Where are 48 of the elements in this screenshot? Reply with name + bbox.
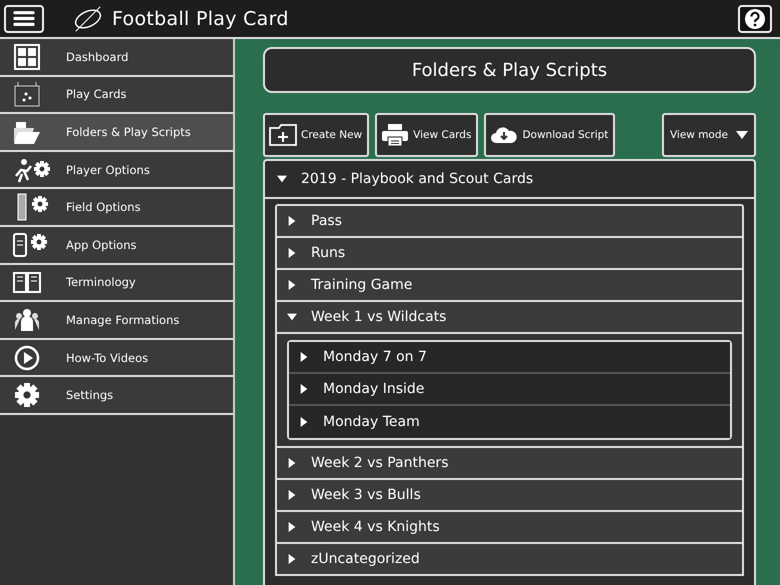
menu-icon bbox=[13, 10, 35, 27]
folder-row[interactable]: Week 1 vs Wildcats bbox=[277, 302, 742, 334]
app-title: Football Play Card bbox=[112, 8, 290, 30]
toolbar-button[interactable]: View Cards bbox=[375, 113, 478, 157]
toolbar-button[interactable]: Create New bbox=[263, 113, 370, 157]
sidebar-item[interactable]: Play Cards bbox=[0, 76, 233, 114]
caret-right-icon bbox=[287, 279, 297, 291]
caret-right-icon bbox=[287, 457, 297, 469]
folder-row[interactable]: Monday Team bbox=[289, 406, 730, 438]
menu-button[interactable] bbox=[4, 4, 44, 32]
folder-row[interactable]: Week 4 vs Knights bbox=[277, 512, 742, 544]
folder-row[interactable]: Monday 7 on 7 bbox=[289, 342, 730, 374]
view-mode-dropdown[interactable]: View mode bbox=[662, 113, 756, 157]
folder-row[interactable]: zUncategorized bbox=[277, 544, 742, 576]
toolbar-button[interactable]: Download Script bbox=[484, 113, 616, 157]
sidebar-item[interactable]: How-To Videos bbox=[0, 340, 233, 378]
folder-row[interactable]: Week 3 vs Bulls bbox=[277, 480, 742, 512]
folder-plus-icon bbox=[268, 123, 298, 147]
folder-row[interactable]: Monday Inside bbox=[289, 374, 730, 406]
caret-right-icon bbox=[287, 521, 297, 533]
caret-right-icon bbox=[299, 351, 309, 363]
help-icon bbox=[745, 8, 765, 28]
sidebar-item[interactable]: Manage Formations bbox=[0, 302, 233, 340]
caret-down-icon bbox=[277, 173, 287, 185]
caret-right-icon bbox=[287, 553, 297, 565]
sidebar-item[interactable]: Folders & Play Scripts bbox=[0, 114, 233, 152]
help-button[interactable] bbox=[738, 4, 772, 32]
sidebar-item[interactable]: App Options bbox=[0, 226, 233, 265]
sidebar-item[interactable]: Dashboard bbox=[0, 39, 233, 77]
sidebar-item[interactable]: Terminology bbox=[0, 264, 233, 302]
caret-down-icon bbox=[287, 311, 297, 323]
sidebar-item[interactable]: Settings bbox=[0, 377, 233, 415]
sidebar-item[interactable]: Player Options bbox=[0, 152, 233, 190]
caret-right-icon bbox=[287, 247, 297, 259]
sidebar-item[interactable]: Field Options bbox=[0, 189, 233, 227]
printer-icon bbox=[380, 123, 410, 147]
folder-row[interactable]: Runs bbox=[277, 238, 742, 270]
folder-row[interactable]: Week 2 vs Panthers bbox=[277, 448, 742, 480]
caret-right-icon bbox=[287, 489, 297, 501]
caret-down-icon bbox=[736, 131, 748, 139]
folder-row[interactable]: Pass bbox=[277, 206, 742, 238]
folder-row[interactable]: Training Game bbox=[277, 270, 742, 302]
caret-right-icon bbox=[299, 383, 309, 395]
football-logo-icon bbox=[72, 4, 104, 34]
folder-row[interactable]: 2019 - Playbook and Scout Cards bbox=[265, 161, 754, 199]
page-title: Folders & Play Scripts bbox=[263, 47, 756, 93]
caret-right-icon bbox=[287, 215, 297, 227]
caret-right-icon bbox=[299, 416, 309, 428]
